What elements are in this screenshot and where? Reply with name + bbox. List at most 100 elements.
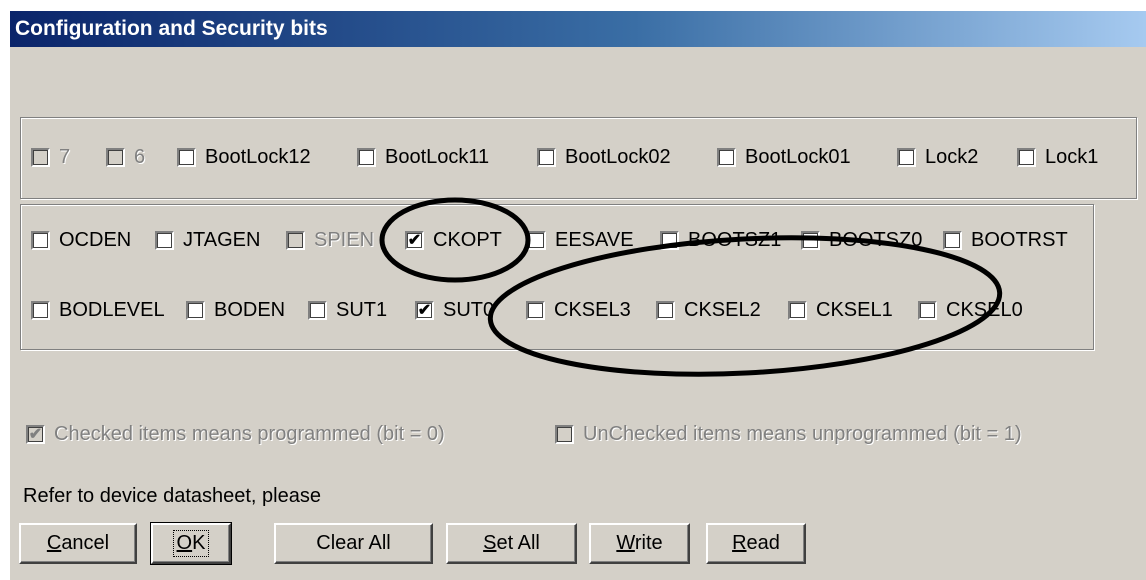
button-label: OK (172, 530, 210, 557)
config-security-dialog: Configuration and Security bits 7 6 Boot… (10, 11, 1146, 580)
mnemonic: O (176, 532, 193, 554)
dialog-title: Configuration and Security bits (10, 11, 1146, 47)
button-label: Cancel (47, 532, 109, 555)
checkbox-label: BODEN (214, 299, 286, 321)
cksel0-checkbox[interactable]: CKSEL0 (918, 299, 1023, 322)
checkbox-label: SUT0 (443, 299, 495, 321)
bootsz1-checkbox[interactable]: BOOTSZ1 (660, 229, 781, 252)
lock1-checkbox[interactable]: Lock1 (1017, 146, 1098, 169)
checkbox-box[interactable] (1017, 148, 1036, 167)
checkbox-label: CKSEL1 (816, 299, 893, 321)
checkbox-label: BOOTRST (971, 229, 1068, 251)
checkbox-label: BOOTSZ1 (688, 229, 782, 251)
checkbox-label: OCDEN (59, 229, 132, 251)
sut1-checkbox[interactable]: SUT1 (308, 299, 387, 322)
checkbox-label: BootLock01 (745, 146, 851, 168)
checkbox-box[interactable]: ✔ (405, 231, 424, 250)
bootlock11-checkbox[interactable]: BootLock11 (357, 146, 489, 169)
checkbox-box[interactable] (788, 301, 807, 320)
checkbox-box[interactable] (177, 148, 196, 167)
checkbox-box[interactable] (537, 148, 556, 167)
legend-unchecked-checkbox: UnChecked items means unprogrammed (bit … (555, 423, 1022, 446)
checkbox-label: BootLock02 (565, 146, 671, 168)
checkbox-box (31, 148, 50, 167)
cksel1-checkbox[interactable]: CKSEL1 (788, 299, 893, 322)
checkbox-label: SUT1 (336, 299, 388, 321)
checkbox-label: Checked items means programmed (bit = 0) (54, 423, 445, 445)
button-label: Set All (483, 532, 540, 555)
checkbox-box[interactable] (918, 301, 937, 320)
checkbox-label: JTAGEN (183, 229, 261, 251)
checkbox-label: UnChecked items means unprogrammed (bit … (583, 423, 1022, 445)
lock2-checkbox[interactable]: Lock2 (897, 146, 978, 169)
checkbox-box[interactable] (357, 148, 376, 167)
checkbox-box[interactable] (943, 231, 962, 250)
boden-checkbox[interactable]: BODEN (186, 299, 285, 322)
cksel3-checkbox[interactable]: CKSEL3 (526, 299, 631, 322)
checkbox-box[interactable] (656, 301, 675, 320)
jtagen-checkbox[interactable]: JTAGEN (155, 229, 260, 252)
sut0-checkbox[interactable]: ✔ SUT0 (415, 299, 494, 322)
checkbox-box (555, 425, 574, 444)
bootlock12-checkbox[interactable]: BootLock12 (177, 146, 311, 169)
clear-all-button[interactable]: Clear All (274, 523, 433, 564)
bootsz0-checkbox[interactable]: BOOTSZ0 (801, 229, 922, 252)
button-label: Clear All (316, 532, 390, 555)
cksel2-checkbox[interactable]: CKSEL2 (656, 299, 761, 322)
mnemonic: W (616, 532, 635, 554)
checkbox-box[interactable] (308, 301, 327, 320)
checkbox-label: CKOPT (433, 229, 502, 251)
checkbox-label: EESAVE (555, 229, 634, 251)
bootlock01-checkbox[interactable]: BootLock01 (717, 146, 851, 169)
checkbox-box[interactable] (717, 148, 736, 167)
checkbox-label: 6 (134, 146, 146, 168)
checkbox-box[interactable] (31, 301, 50, 320)
checkbox-box[interactable] (31, 231, 50, 250)
lock-bit-7-checkbox: 7 (31, 146, 70, 169)
checkbox-label: BOOTSZ0 (829, 229, 923, 251)
checkbox-box[interactable] (186, 301, 205, 320)
ocden-checkbox[interactable]: OCDEN (31, 229, 131, 252)
checkbox-box (106, 148, 125, 167)
ok-button[interactable]: OK (150, 522, 232, 565)
ckopt-checkbox[interactable]: ✔ CKOPT (405, 229, 502, 252)
checkbox-box[interactable] (155, 231, 174, 250)
checkbox-box: ✔ (26, 425, 45, 444)
bootlock02-checkbox[interactable]: BootLock02 (537, 146, 671, 169)
button-label: Read (732, 532, 780, 555)
checkbox-box[interactable] (660, 231, 679, 250)
checkbox-box[interactable] (527, 231, 546, 250)
set-all-button[interactable]: Set All (446, 523, 577, 564)
lock-bit-6-checkbox: 6 (106, 146, 145, 169)
fuse-bits-group (20, 204, 1094, 350)
checkbox-box[interactable] (897, 148, 916, 167)
mnemonic: S (483, 532, 497, 554)
write-button[interactable]: Write (589, 523, 690, 564)
checkbox-box[interactable] (801, 231, 820, 250)
button-label: Write (616, 532, 662, 555)
bodlevel-checkbox[interactable]: BODLEVEL (31, 299, 165, 322)
eesave-checkbox[interactable]: EESAVE (527, 229, 634, 252)
checkbox-label: CKSEL2 (684, 299, 761, 321)
checkbox-label: CKSEL3 (554, 299, 631, 321)
read-button[interactable]: Read (706, 523, 806, 564)
label-rest: K (192, 532, 206, 554)
legend-checked-checkbox: ✔ Checked items means programmed (bit = 0… (26, 423, 445, 446)
label-rest: et All (496, 532, 540, 554)
cancel-button[interactable]: Cancel (19, 523, 137, 564)
checkbox-box[interactable]: ✔ (415, 301, 434, 320)
bootrst-checkbox[interactable]: BOOTRST (943, 229, 1068, 252)
checkbox-label: BODLEVEL (59, 299, 165, 321)
checkbox-label: BootLock11 (385, 146, 490, 168)
checkbox-label: 7 (59, 146, 71, 168)
checkbox-label: Lock2 (925, 146, 979, 168)
label-rest: Clear All (316, 532, 391, 554)
mnemonic: R (732, 532, 747, 554)
datasheet-note: Refer to device datasheet, please (23, 485, 321, 507)
checkbox-box[interactable] (526, 301, 545, 320)
mnemonic: C (46, 532, 62, 554)
checkbox-label: Lock1 (1045, 146, 1099, 168)
spien-checkbox: SPIEN (286, 229, 374, 252)
label-rest: ead (746, 532, 780, 554)
label-rest: rite (634, 532, 663, 554)
